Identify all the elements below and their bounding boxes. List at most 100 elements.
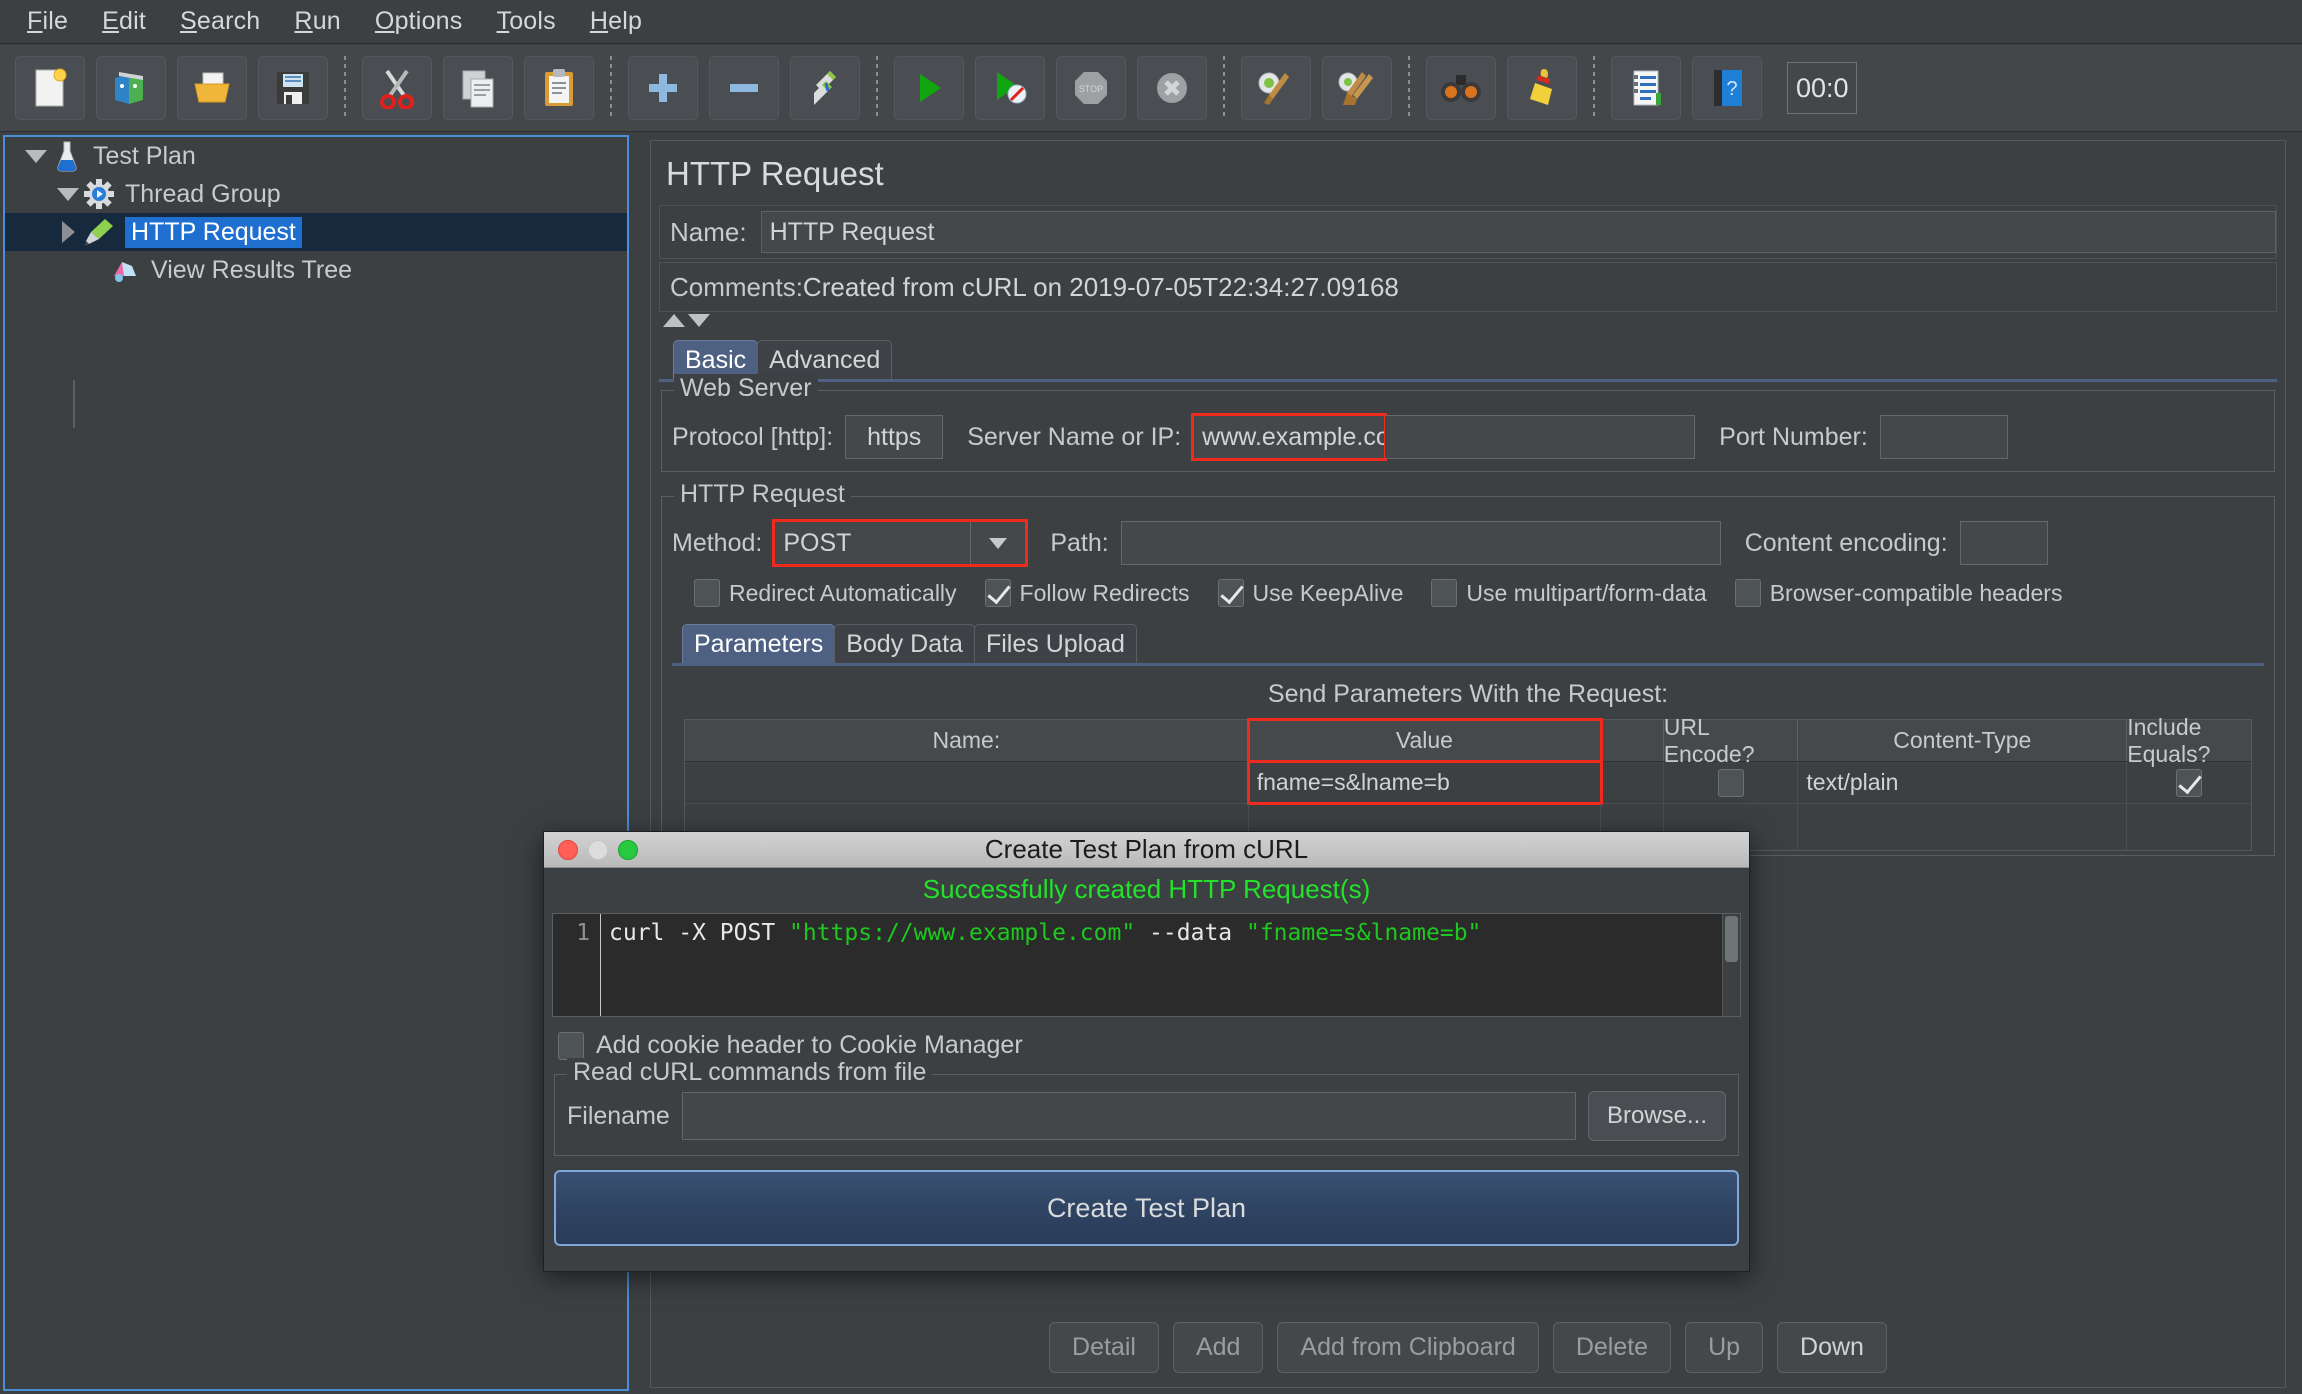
detail-button[interactable]: Detail	[1049, 1322, 1159, 1373]
column-header-content-type[interactable]: Content-Type	[1798, 720, 2128, 761]
start-no-pauses-icon[interactable]	[975, 56, 1045, 120]
checkbox-box[interactable]	[1734, 579, 1761, 607]
checkbox-use-multipart-form-data[interactable]: Use multipart/form-data	[1431, 579, 1707, 607]
checkbox-box[interactable]	[1217, 579, 1244, 607]
menu-file[interactable]: File	[10, 3, 85, 40]
stop-icon[interactable]: STOP	[1056, 56, 1126, 120]
tab-files-upload[interactable]: Files Upload	[973, 624, 1137, 663]
checkbox-box[interactable]	[1431, 579, 1458, 607]
menu-tools[interactable]: Tools	[479, 3, 572, 40]
flask-icon	[49, 139, 85, 173]
column-header-value[interactable]: Value	[1246, 718, 1604, 763]
checkbox-box[interactable]	[558, 1031, 584, 1060]
column-header-url-encode[interactable]: URL Encode?	[1664, 714, 1799, 767]
port-number-input[interactable]	[1879, 415, 2008, 459]
help-book-icon[interactable]: ?	[1692, 56, 1762, 120]
test-plan-tree[interactable]: Test Plan Thread Group HTTP Request View…	[3, 135, 629, 1391]
add-button[interactable]: Add	[1172, 1322, 1264, 1373]
checkbox-box[interactable]	[984, 579, 1011, 607]
curl-command-editor[interactable]: 1 curl -X POST "https://www.example.com"…	[552, 913, 1741, 1017]
cell-include-equals[interactable]	[2127, 804, 2251, 850]
tree-item-label: Thread Group	[125, 179, 281, 208]
web-server-legend: Web Server	[674, 374, 818, 403]
filename-input[interactable]	[681, 1092, 1576, 1140]
toggle-pencils-icon[interactable]	[790, 56, 860, 120]
arrow-up-icon[interactable]	[663, 314, 685, 327]
start-play-icon[interactable]	[894, 56, 964, 120]
menu-run[interactable]: Run	[277, 3, 357, 40]
cut-scissors-icon[interactable]	[362, 56, 432, 120]
cell-value[interactable]: fname=s&lname=b	[1246, 760, 1604, 805]
menu-help[interactable]: Help	[573, 3, 659, 40]
function-helper-icon[interactable]	[1611, 56, 1681, 120]
method-combobox[interactable]: POST	[774, 521, 971, 565]
menu-search[interactable]: Search	[163, 3, 277, 40]
column-header-include-equals[interactable]: Include Equals?	[2127, 714, 2251, 767]
content-encoding-input[interactable]	[1959, 521, 2048, 565]
cell-content-type[interactable]	[1798, 804, 2128, 850]
tree-item-label: Test Plan	[93, 141, 196, 170]
search-binoculars-icon[interactable]	[1426, 56, 1496, 120]
chevron-down-icon[interactable]	[23, 143, 49, 169]
paste-clipboard-icon[interactable]	[524, 56, 594, 120]
path-input[interactable]	[1120, 521, 1721, 565]
checkbox-box[interactable]	[1717, 768, 1744, 797]
name-input[interactable]: HTTP Request	[760, 211, 2276, 253]
column-header-name[interactable]: Name:	[685, 720, 1249, 761]
chevron-right-icon[interactable]	[55, 219, 81, 245]
cell-name[interactable]	[685, 762, 1249, 803]
create-test-plan-dialog: Create Test Plan from cURL Successfully …	[543, 831, 1750, 1272]
method-dropdown-arrow[interactable]	[970, 521, 1027, 565]
method-highlight: POST	[772, 519, 1029, 567]
server-name-input[interactable]: www.example.com	[1193, 415, 1386, 459]
menu-edit[interactable]: Edit	[85, 3, 163, 40]
cell-content-type[interactable]: text/plain	[1798, 762, 2128, 803]
checkbox-follow-redirects[interactable]: Follow Redirects	[984, 579, 1190, 607]
tree-item-test-plan[interactable]: Test Plan	[5, 137, 627, 175]
menu-options[interactable]: Options	[358, 3, 480, 40]
minus-icon[interactable]	[709, 56, 779, 120]
checkbox-box[interactable]	[694, 579, 720, 607]
editor-scrollbar[interactable]	[1722, 914, 1740, 1016]
checkbox-redirect-automatically[interactable]: Redirect Automatically	[694, 579, 957, 607]
table-row[interactable]: fname=s&lname=b text/plain	[685, 760, 2251, 805]
cell-url-encode[interactable]	[1664, 762, 1799, 803]
browse-button[interactable]: Browse...	[1587, 1091, 1726, 1141]
reset-search-broom-icon[interactable]	[1507, 56, 1577, 120]
curl-command-text[interactable]: curl -X POST "https://www.example.com" -…	[601, 914, 1740, 1016]
create-test-plan-button[interactable]: Create Test Plan	[554, 1170, 1739, 1246]
copy-pages-icon[interactable]	[443, 56, 513, 120]
shutdown-icon[interactable]	[1137, 56, 1207, 120]
plus-icon[interactable]	[628, 56, 698, 120]
cell-include-equals[interactable]	[2127, 762, 2251, 803]
clear-all-brooms-icon[interactable]	[1322, 56, 1392, 120]
add-from-clipboard-button[interactable]: Add from Clipboard	[1277, 1322, 1539, 1373]
comments-value[interactable]: Created from cURL on 2019-07-05T22:34:27…	[803, 272, 1399, 303]
cookie-header-checkbox-row[interactable]: Add cookie header to Cookie Manager	[558, 1031, 1749, 1060]
save-floppy-icon[interactable]	[258, 56, 328, 120]
dialog-title-bar[interactable]: Create Test Plan from cURL	[544, 832, 1749, 868]
up-button[interactable]: Up	[1685, 1322, 1764, 1373]
port-number-label: Port Number:	[1719, 422, 1868, 451]
tab-body-data[interactable]: Body Data	[834, 624, 975, 663]
code-token-command: curl -X POST	[609, 920, 790, 946]
tab-parameters[interactable]: Parameters	[682, 624, 836, 663]
collapse-expand-arrows[interactable]	[651, 312, 2285, 327]
tree-item-http-request[interactable]: HTTP Request	[5, 213, 627, 251]
checkbox-use-keepalive[interactable]: Use KeepAlive	[1217, 579, 1403, 607]
tree-item-thread-group[interactable]: Thread Group	[5, 175, 627, 213]
scrollbar-thumb[interactable]	[1725, 916, 1738, 962]
clear-broom-icon[interactable]	[1241, 56, 1311, 120]
open-folder-icon[interactable]	[177, 56, 247, 120]
templates-icon[interactable]	[96, 56, 166, 120]
checkbox-browser-compatible-headers[interactable]: Browser-compatible headers	[1734, 579, 2062, 607]
protocol-input[interactable]: https	[845, 415, 944, 459]
delete-button[interactable]: Delete	[1552, 1322, 1672, 1373]
tree-item-view-results-tree[interactable]: View Results Tree	[5, 251, 627, 289]
down-button[interactable]: Down	[1777, 1322, 1887, 1373]
arrow-down-icon[interactable]	[688, 314, 710, 327]
server-name-input-extension[interactable]	[1385, 415, 1696, 459]
new-document-icon[interactable]	[15, 56, 85, 120]
chevron-down-icon[interactable]	[55, 181, 81, 207]
checkbox-box[interactable]	[2176, 768, 2203, 797]
